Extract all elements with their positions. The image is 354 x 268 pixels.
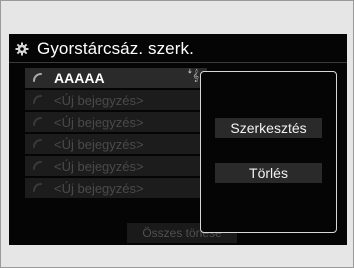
list-item-label: AAAAA <box>54 70 105 86</box>
voice-tag-icon: ꜜ𝄞 <box>186 70 199 82</box>
phone-icon <box>33 183 42 192</box>
list-item[interactable]: AAAAA ꜜ𝄞 <box>25 68 207 88</box>
list-item[interactable]: <Új bejegyzés> <box>25 134 207 154</box>
options-popup: Szerkesztés Törlés <box>200 71 337 233</box>
phone-icon <box>33 117 42 126</box>
gear-icon <box>15 42 29 56</box>
speed-dial-list: AAAAA ꜜ𝄞 <Új bejegyzés> <Új bejegyzés> <… <box>25 68 207 200</box>
list-item[interactable]: <Új bejegyzés> <box>25 90 207 110</box>
edit-button[interactable]: Szerkesztés <box>215 118 322 138</box>
list-item-label: <Új bejegyzés> <box>54 136 144 152</box>
phone-icon <box>33 161 42 170</box>
list-item[interactable]: <Új bejegyzés> <box>25 178 207 198</box>
title-bar: Gyorstárcsáz. szerk. <box>9 36 347 63</box>
list-item-label: <Új bejegyzés> <box>54 180 144 196</box>
phone-icon <box>33 139 42 148</box>
display-screen: Gyorstárcsáz. szerk. AAAAA ꜜ𝄞 <Új bejegy… <box>9 34 347 245</box>
list-item[interactable]: <Új bejegyzés> <box>25 112 207 132</box>
list-item-label: <Új bejegyzés> <box>54 158 144 174</box>
list-item-label: <Új bejegyzés> <box>54 92 144 108</box>
list-item-label: <Új bejegyzés> <box>54 114 144 130</box>
phone-icon <box>33 95 42 104</box>
phone-icon <box>33 73 42 82</box>
page-title: Gyorstárcsáz. szerk. <box>37 39 194 58</box>
figure-frame: Gyorstárcsáz. szerk. AAAAA ꜜ𝄞 <Új bejegy… <box>0 0 354 268</box>
list-item[interactable]: <Új bejegyzés> <box>25 156 207 176</box>
delete-button[interactable]: Törlés <box>215 163 322 183</box>
